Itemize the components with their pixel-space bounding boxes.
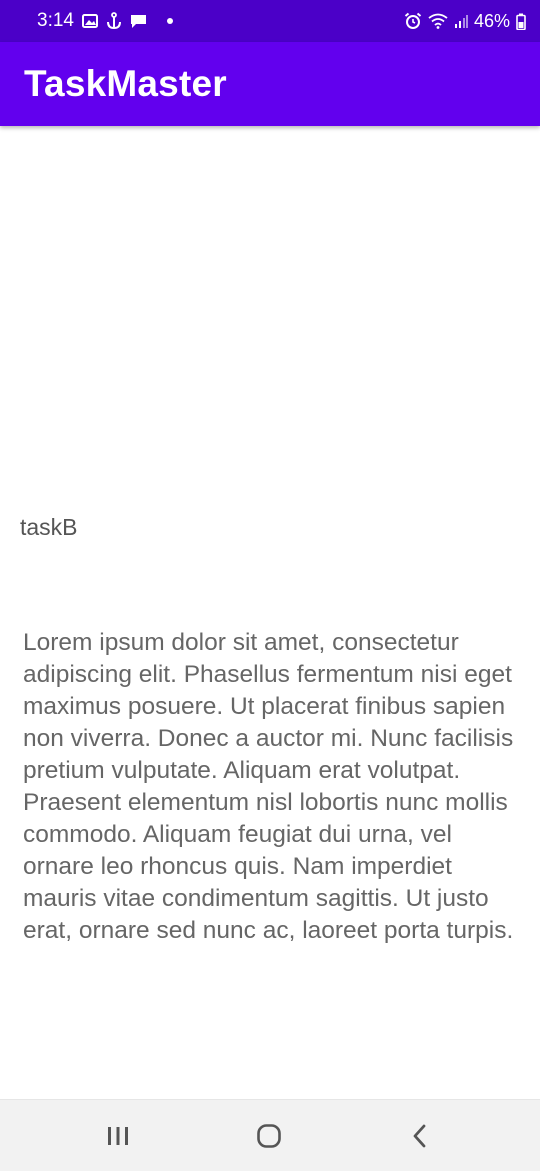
status-left-group: 3:14 — [37, 10, 173, 32]
battery-percent: 46% — [473, 10, 510, 31]
status-bar: 3:14 46% — [0, 0, 540, 42]
recents-button[interactable] — [96, 1114, 140, 1158]
app-title: TaskMaster — [24, 63, 227, 104]
status-time: 3:14 — [37, 10, 74, 31]
back-icon — [413, 1124, 426, 1148]
home-icon — [257, 1124, 281, 1148]
wifi-icon — [428, 13, 448, 29]
home-button[interactable] — [247, 1114, 291, 1158]
message-icon — [130, 13, 147, 29]
back-button[interactable] — [398, 1114, 442, 1158]
app-bar: TaskMaster — [0, 42, 540, 126]
task-description: Lorem ipsum dolor sit amet, consectetur … — [23, 629, 514, 944]
alarm-icon — [404, 12, 422, 30]
anchor-icon — [106, 12, 122, 30]
task-title: taskB — [20, 514, 78, 540]
navigation-bar — [0, 1099, 540, 1171]
recents-icon — [108, 1127, 128, 1145]
battery-icon — [516, 13, 526, 30]
status-right-group: 46% — [404, 11, 526, 32]
signal-icon — [454, 13, 468, 29]
gallery-icon — [81, 13, 98, 29]
notification-dot-icon — [166, 18, 173, 24]
